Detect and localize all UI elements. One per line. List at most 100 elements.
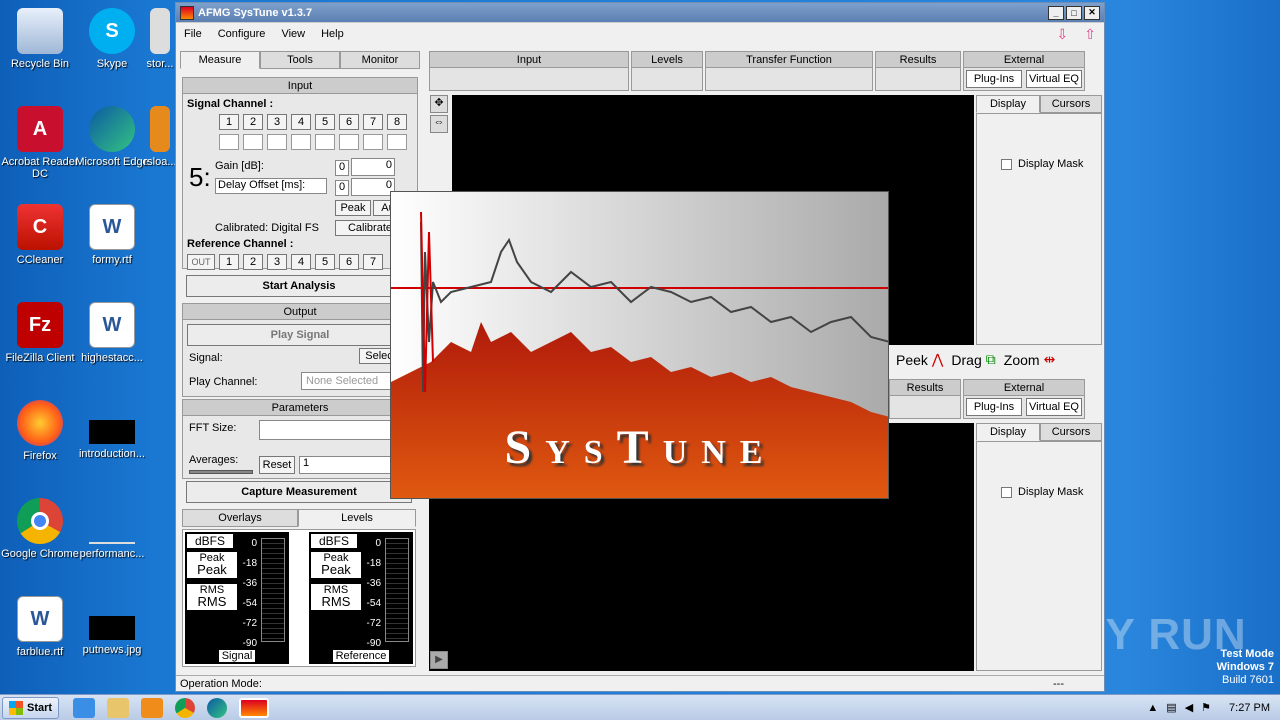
channel-5-button[interactable]: 5 bbox=[315, 114, 335, 130]
play-signal-button[interactable]: Play Signal bbox=[187, 324, 413, 346]
tab-cursors-lower[interactable]: Cursors bbox=[1040, 423, 1102, 441]
tab-tools[interactable]: Tools bbox=[260, 51, 340, 69]
desktop-icon-ccleaner[interactable]: C CCleaner bbox=[0, 204, 80, 266]
channel-7-button[interactable]: 7 bbox=[363, 114, 383, 130]
reference-1-button[interactable]: 1 bbox=[219, 254, 239, 270]
display-mask-option-lower[interactable]: Display Mask bbox=[1001, 486, 1083, 498]
menu-configure[interactable]: Configure bbox=[210, 28, 274, 40]
display-mask-checkbox[interactable] bbox=[1001, 486, 1012, 498]
window-title: AFMG SysTune v1.3.7 bbox=[198, 6, 313, 19]
channel-checkbox[interactable] bbox=[291, 134, 311, 150]
capture-measurement-button[interactable]: Capture Measurement bbox=[186, 481, 412, 503]
left-tabs: Measure Tools Monitor bbox=[180, 51, 420, 69]
channel-checkbox[interactable] bbox=[243, 134, 263, 150]
desktop-icon-acrobat[interactable]: A Acrobat Reader DC bbox=[0, 106, 80, 180]
channel-6-button[interactable]: 6 bbox=[339, 114, 359, 130]
chrome-taskbar-icon[interactable] bbox=[175, 697, 196, 718]
desktop-icon-stor[interactable]: stor... bbox=[140, 8, 180, 70]
delay-reset[interactable]: 0 bbox=[335, 180, 349, 196]
export-icon[interactable]: ⇧ bbox=[1076, 26, 1104, 43]
import-icon[interactable]: ⇩ bbox=[1049, 26, 1077, 43]
plugins-button[interactable]: Plug-Ins bbox=[966, 70, 1022, 88]
desktop-icon-firefox[interactable]: Firefox bbox=[0, 400, 80, 462]
desktop-icon-farblue[interactable]: W farblue.rtf bbox=[0, 596, 80, 658]
ie-icon[interactable] bbox=[73, 697, 96, 718]
desktop-icon-performance[interactable]: performanc... bbox=[72, 498, 152, 560]
menu-help[interactable]: Help bbox=[313, 28, 352, 40]
averages-slider[interactable] bbox=[189, 470, 253, 474]
tab-monitor[interactable]: Monitor bbox=[340, 51, 420, 69]
channel-checkbox[interactable] bbox=[363, 134, 383, 150]
desktop-icon-label: Google Chrome bbox=[1, 548, 79, 560]
channel-checkbox[interactable] bbox=[219, 134, 239, 150]
averages-input[interactable]: 1 bbox=[299, 456, 399, 474]
display-mask-checkbox[interactable] bbox=[1001, 158, 1012, 170]
fft-size-select[interactable] bbox=[259, 420, 399, 440]
lower-plugins-button[interactable]: Plug-Ins bbox=[966, 398, 1022, 416]
minimize-button[interactable]: _ bbox=[1048, 5, 1064, 20]
maximize-button[interactable]: □ bbox=[1066, 5, 1082, 20]
move-icon[interactable]: ✥ bbox=[430, 95, 448, 113]
lower-virtual-eq-button[interactable]: Virtual EQ bbox=[1026, 398, 1082, 416]
reference-4-button[interactable]: 4 bbox=[291, 254, 311, 270]
reference-6-button[interactable]: 6 bbox=[339, 254, 359, 270]
channel-8-button[interactable]: 8 bbox=[387, 114, 407, 130]
channel-checkbox[interactable] bbox=[315, 134, 335, 150]
systune-taskbar-icon[interactable] bbox=[239, 697, 270, 718]
channel-2-button[interactable]: 2 bbox=[243, 114, 263, 130]
desktop-icon-recycle-bin[interactable]: Recycle Bin bbox=[0, 8, 80, 70]
virtual-eq-button[interactable]: Virtual EQ bbox=[1026, 70, 1082, 88]
clock[interactable]: 7:27 PM bbox=[1229, 702, 1270, 714]
desktop-icon-highestacc[interactable]: W highestacc... bbox=[72, 302, 152, 364]
play-channel-select[interactable]: None Selected bbox=[301, 372, 397, 390]
menu-file[interactable]: File bbox=[176, 28, 210, 40]
reference-3-button[interactable]: 3 bbox=[267, 254, 287, 270]
peak-button[interactable]: Peak bbox=[335, 200, 371, 216]
drag-button[interactable]: Drag bbox=[951, 352, 981, 368]
zoom-button[interactable]: Zoom bbox=[1004, 352, 1040, 368]
close-button[interactable]: ✕ bbox=[1084, 5, 1100, 20]
tray-flag-icon[interactable]: ⚑ bbox=[1201, 701, 1211, 714]
peek-button[interactable]: Peek bbox=[896, 352, 928, 368]
reference-2-button[interactable]: 2 bbox=[243, 254, 263, 270]
desktop-icon-putnews[interactable]: putnews.jpg bbox=[72, 596, 152, 656]
display-mask-option[interactable]: Display Mask bbox=[1001, 158, 1083, 170]
edge-taskbar-icon[interactable] bbox=[207, 697, 228, 718]
media-player-icon[interactable] bbox=[141, 697, 164, 718]
start-analysis-button[interactable]: Start Analysis bbox=[186, 275, 412, 297]
tab-cursors[interactable]: Cursors bbox=[1040, 95, 1102, 113]
reference-out-button[interactable]: OUT bbox=[187, 254, 215, 270]
channel-4-button[interactable]: 4 bbox=[291, 114, 311, 130]
firefox-icon bbox=[17, 400, 63, 446]
channel-checkbox[interactable] bbox=[387, 134, 407, 150]
reset-button[interactable]: Reset bbox=[259, 456, 295, 474]
tab-display[interactable]: Display bbox=[976, 95, 1040, 113]
channel-checkbox[interactable] bbox=[339, 134, 359, 150]
tab-overlays[interactable]: Overlays bbox=[182, 509, 298, 527]
tab-measure[interactable]: Measure bbox=[180, 51, 260, 69]
gain-reset[interactable]: 0 bbox=[335, 160, 349, 176]
channel-checkbox[interactable] bbox=[267, 134, 287, 150]
start-button[interactable]: Start bbox=[2, 696, 60, 719]
tab-display-lower[interactable]: Display bbox=[976, 423, 1040, 441]
channel-1-button[interactable]: 1 bbox=[219, 114, 239, 130]
tray-network-icon[interactable]: ▤ bbox=[1166, 701, 1176, 714]
play-icon[interactable]: ▶ bbox=[430, 651, 448, 669]
menu-view[interactable]: View bbox=[273, 28, 313, 40]
desktop-icon-formy[interactable]: W formy.rtf bbox=[72, 204, 152, 266]
desktop-icon-filezilla[interactable]: Fz FileZilla Client bbox=[0, 302, 80, 364]
delay-offset-field[interactable]: Delay Offset [ms]: bbox=[215, 178, 327, 194]
channel-3-button[interactable]: 3 bbox=[267, 114, 287, 130]
desktop-icon-chrome[interactable]: Google Chrome bbox=[0, 498, 80, 560]
desktop-icon-rsloa[interactable]: rsloa... bbox=[140, 106, 180, 168]
explorer-icon[interactable] bbox=[107, 697, 130, 718]
fit-icon[interactable]: ⇔ bbox=[430, 115, 448, 133]
reference-5-button[interactable]: 5 bbox=[315, 254, 335, 270]
tray-expand-icon[interactable]: ▲ bbox=[1147, 702, 1158, 714]
gain-input[interactable]: 0 bbox=[351, 158, 395, 176]
desktop-icon-introduction[interactable]: introduction... bbox=[72, 400, 152, 460]
tab-levels[interactable]: Levels bbox=[298, 509, 416, 527]
tray-volume-icon[interactable]: ◀ bbox=[1185, 701, 1193, 714]
delay-input[interactable]: 0 bbox=[351, 178, 395, 196]
reference-7-button[interactable]: 7 bbox=[363, 254, 383, 270]
